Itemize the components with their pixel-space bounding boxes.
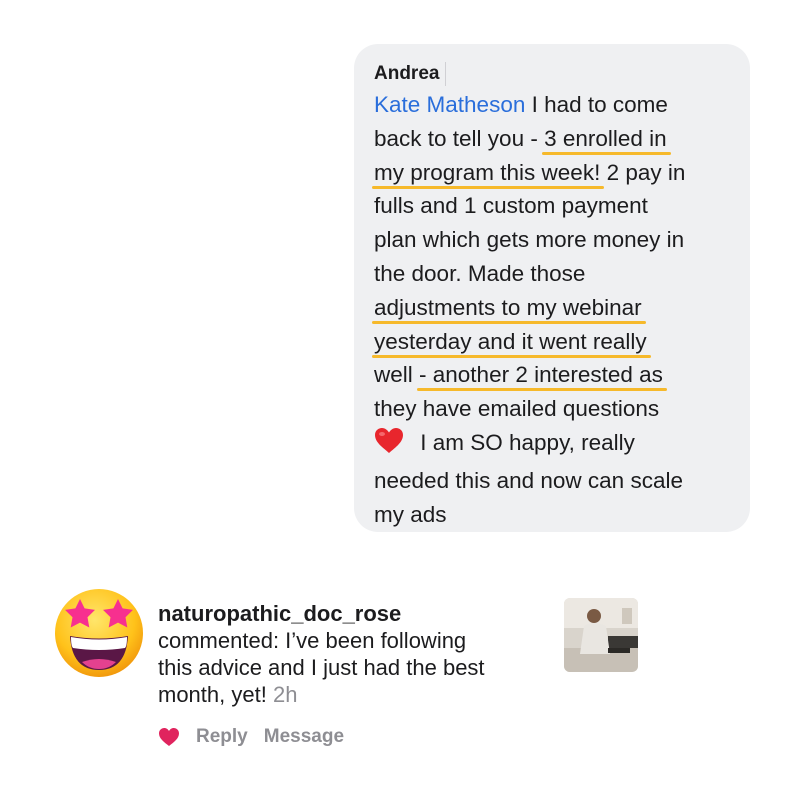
highlighted-text: yesterday and it went really (374, 328, 647, 354)
message-line: I am SO happy, really (374, 426, 732, 464)
highlighted-text: 3 enrolled in (544, 125, 667, 151)
heart-icon[interactable] (158, 727, 180, 747)
message-line: yesterday and it went really (374, 325, 732, 359)
comment-line: commented: I’ve been following (158, 628, 467, 653)
highlighted-text: - another 2 interested as (419, 362, 663, 388)
post-thumbnail[interactable] (564, 598, 638, 672)
message-body: Kate Matheson I had to come back to tell… (374, 88, 732, 531)
message-bubble: Andrea Kate Matheson I had to come back … (354, 44, 750, 532)
message-button[interactable]: Message (264, 726, 344, 748)
message-line: Kate Matheson I had to come (374, 92, 668, 117)
message-line: fulls and 1 custom payment (374, 193, 648, 219)
message-line: they have emailed questions (374, 396, 660, 422)
message-line: well - another 2 interested as (374, 362, 663, 388)
comment-line: month, yet! 2h (158, 682, 298, 707)
message-line: plan which gets more money in (374, 227, 685, 253)
message-author: Andrea (374, 62, 447, 86)
notification-text: naturopathic_doc_rose commented: I’ve be… (158, 600, 558, 708)
message-line: my program this week! 2 pay in (374, 159, 686, 185)
mention-link[interactable]: Kate Matheson (374, 92, 525, 117)
comment-line: this advice and I just had the best (158, 655, 485, 680)
message-line: my ads (374, 501, 447, 527)
username[interactable]: naturopathic_doc_rose (158, 600, 558, 627)
action-bar: Reply Message (158, 726, 344, 748)
message-line: the door. Made those (374, 260, 586, 286)
star-struck-emoji-icon[interactable] (52, 586, 146, 685)
highlighted-text: adjustments to my webinar (374, 294, 642, 320)
reply-button[interactable]: Reply (196, 726, 248, 748)
timestamp: 2h (272, 682, 298, 707)
message-line: adjustments to my webinar (374, 291, 732, 325)
red-heart-emoji-icon (374, 427, 404, 464)
highlighted-text: my program this week! (374, 159, 601, 185)
comment-notification[interactable]: naturopathic_doc_rose commented: I’ve be… (52, 586, 752, 786)
message-line: needed this and now can scale (374, 467, 683, 493)
message-line: back to tell you - 3 enrolled in (374, 125, 667, 151)
